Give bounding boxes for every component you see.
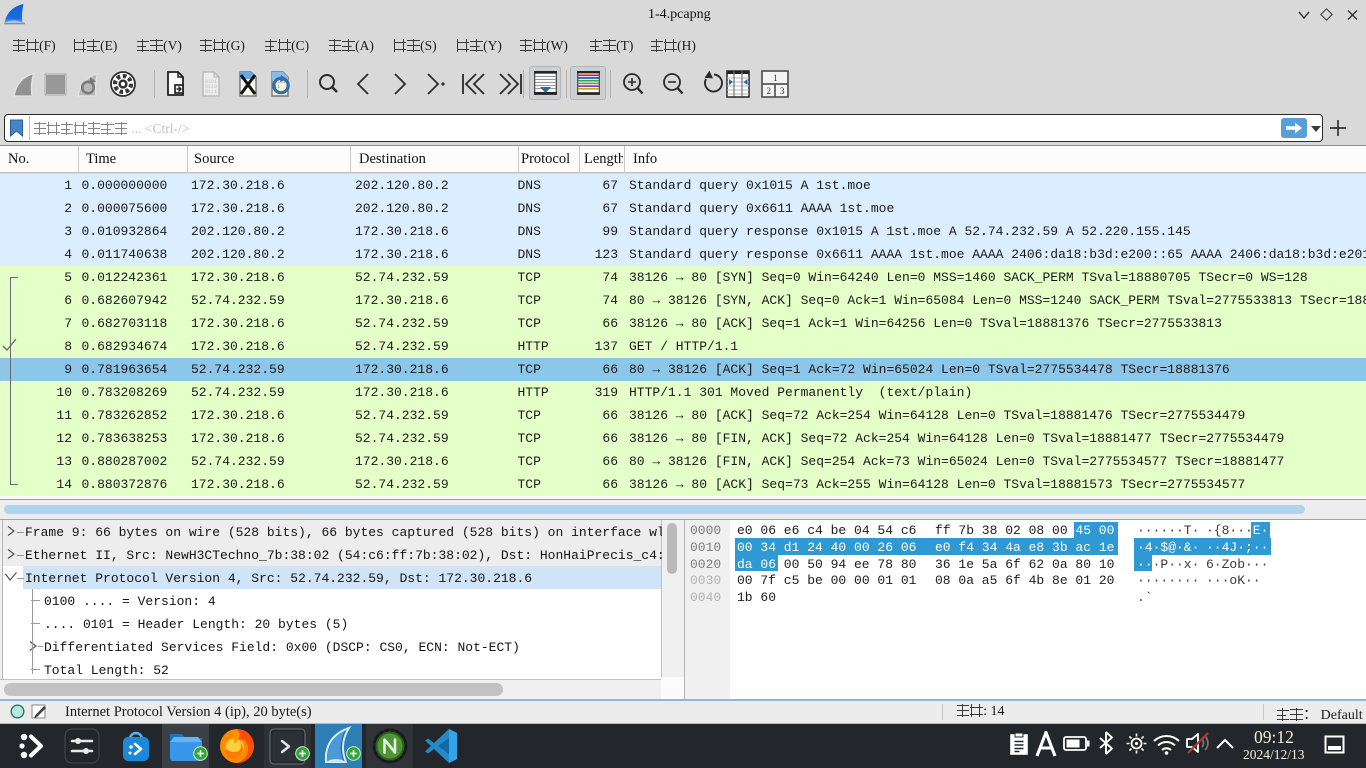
svg-text:2: 2 xyxy=(767,86,772,96)
svg-text:0111: 0111 xyxy=(205,89,217,95)
svg-text:3: 3 xyxy=(780,86,785,96)
svg-text:1: 1 xyxy=(773,73,778,83)
